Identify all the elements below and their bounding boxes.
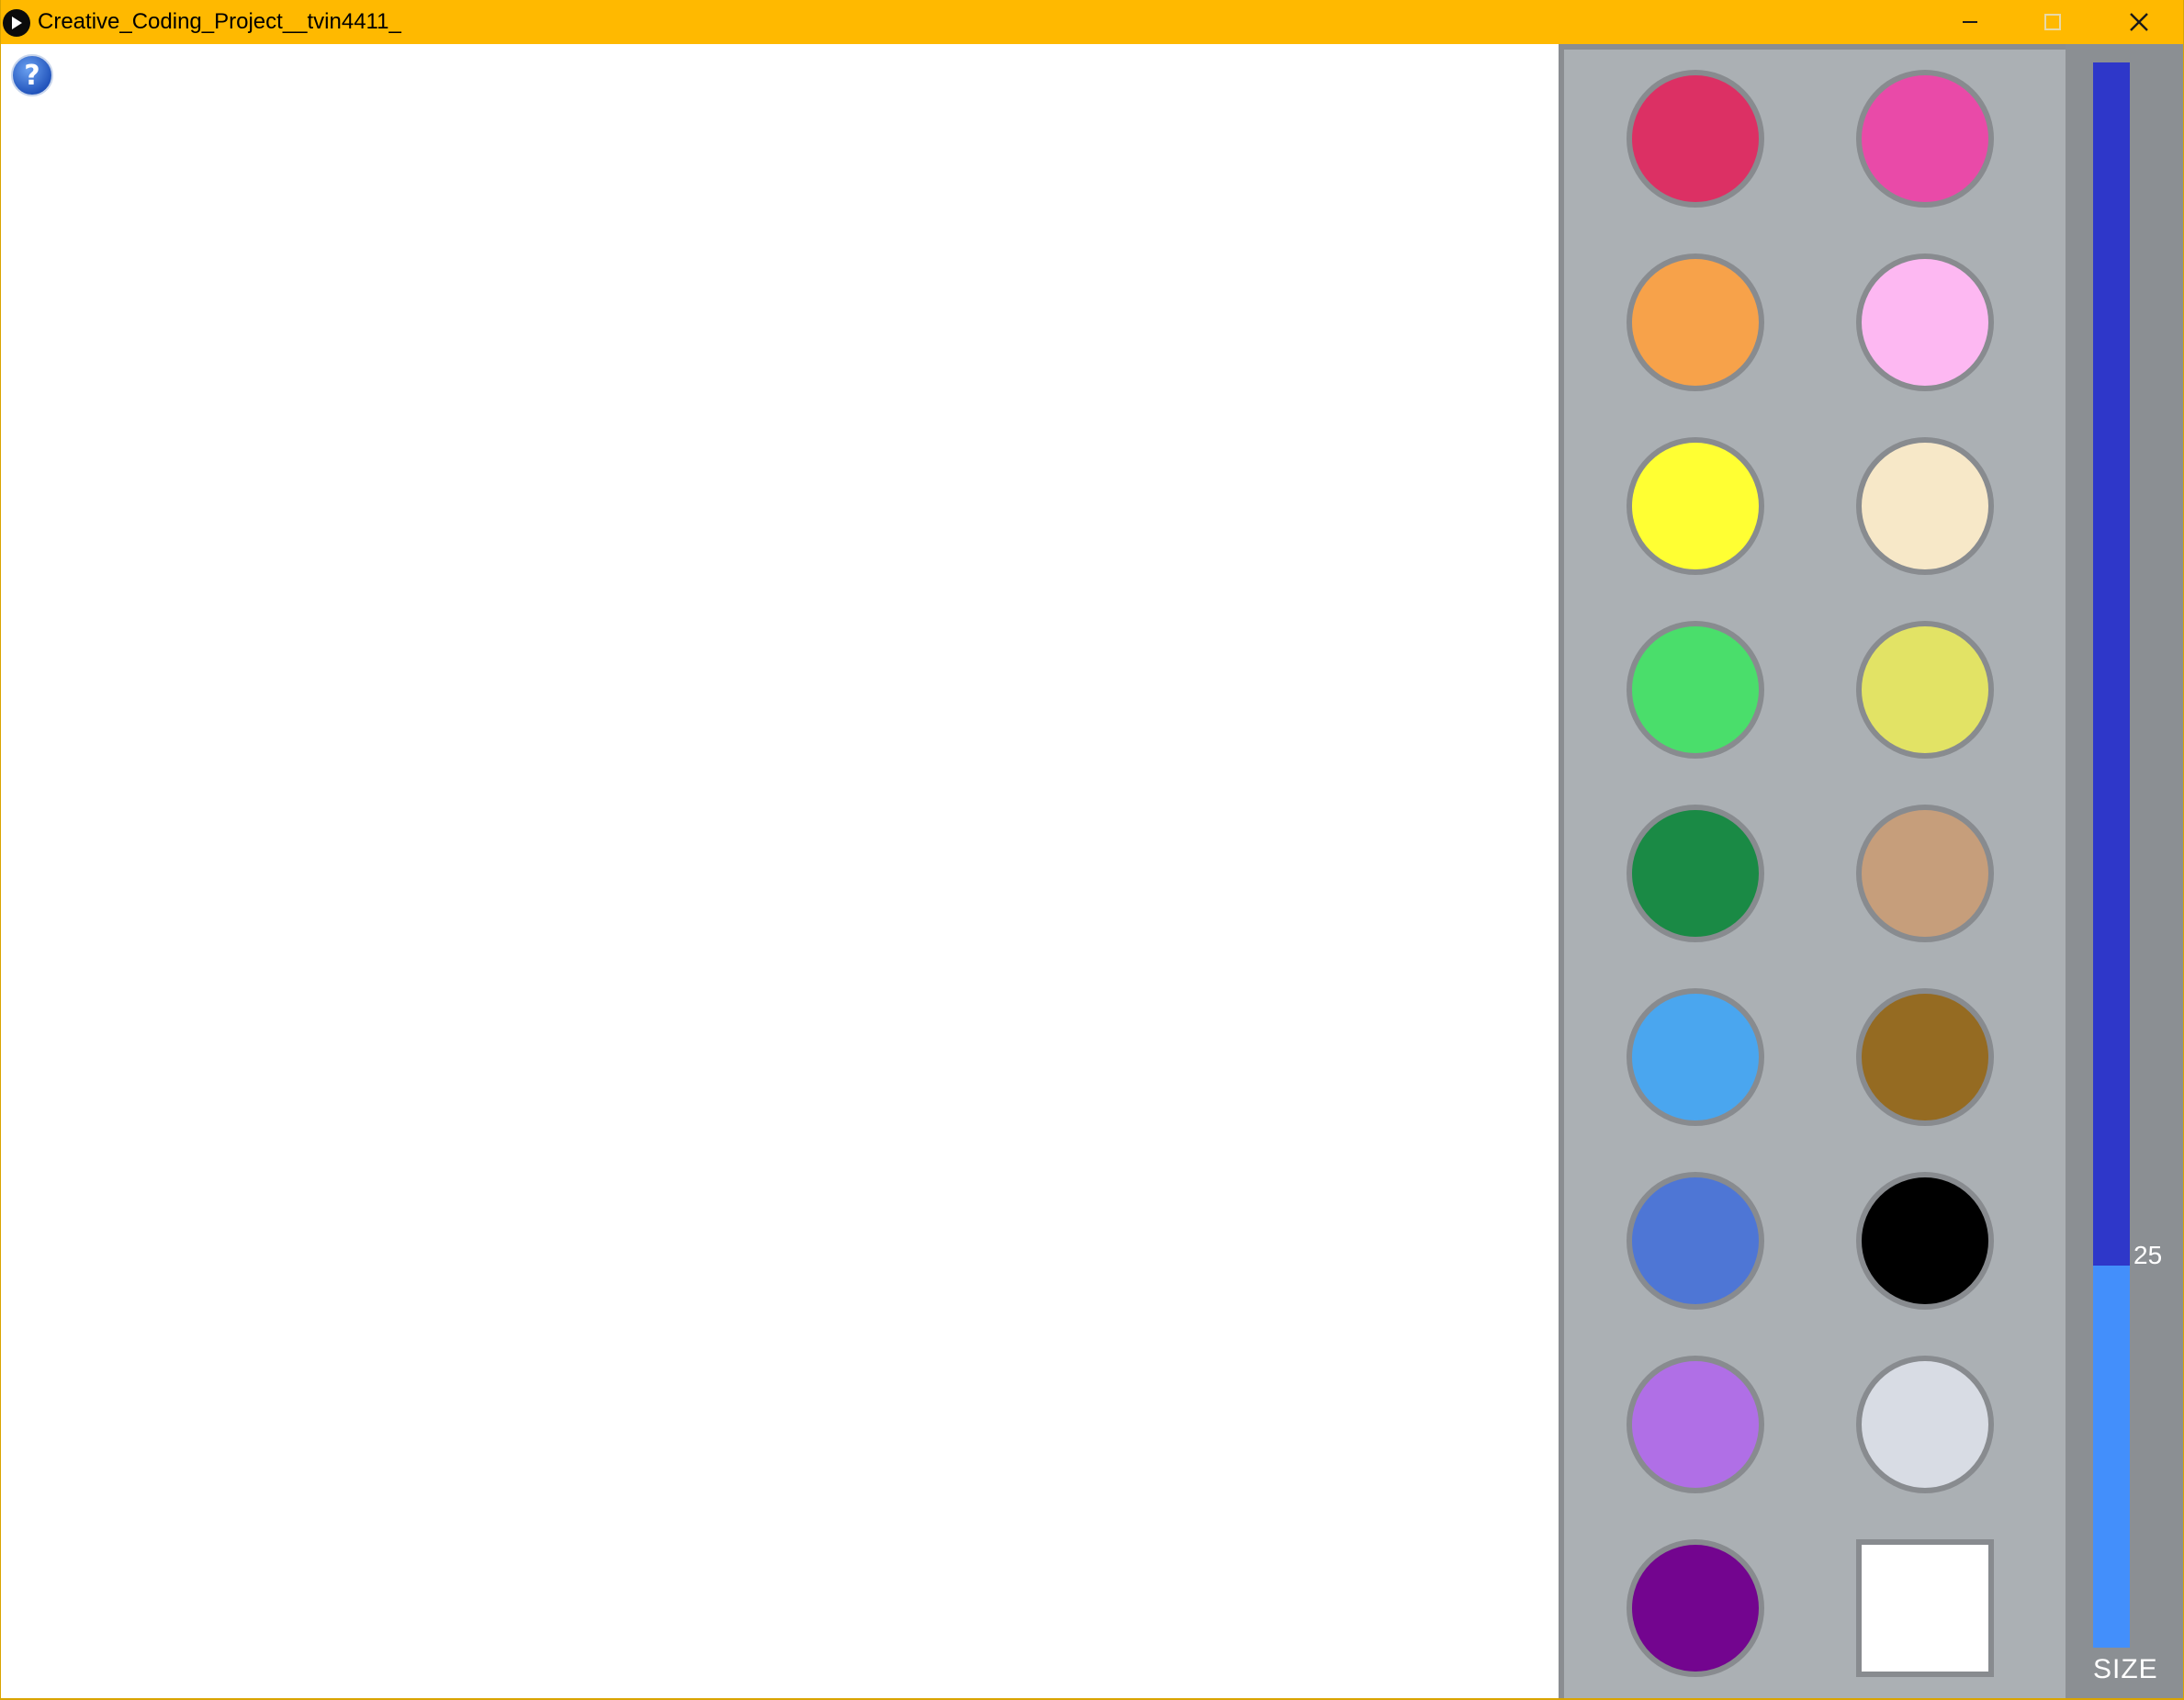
swatch-cream[interactable] [1856,437,1994,575]
size-label: SIZE [2093,1654,2158,1684]
swatch-hot-pink[interactable] [1856,70,1994,208]
minimize-button[interactable] [1928,0,2012,44]
size-slider-fill[interactable] [2093,1266,2130,1648]
swatch-brown[interactable] [1856,988,1994,1126]
processing-play-icon [3,9,30,37]
size-slider-panel: 25 SIZE [2066,44,2183,1698]
maximize-icon [2044,14,2061,30]
size-value: 25 [2133,1241,2163,1269]
swatch-yellow[interactable] [1627,437,1764,575]
swatch-crimson[interactable] [1627,70,1764,208]
swatch-tan[interactable] [1856,805,1994,942]
help-button[interactable]: ? [10,53,54,97]
swatch-royal-blue[interactable] [1627,1172,1764,1310]
swatch-light-gray[interactable] [1856,1356,1994,1493]
close-button[interactable] [2097,0,2181,44]
swatch-light-pink[interactable] [1856,253,1994,391]
app-window: Creative_Coding_Project__tvin4411_ ? 25 … [0,0,2184,1700]
swatch-lavender[interactable] [1627,1356,1764,1493]
swatch-light-green[interactable] [1627,621,1764,759]
window-title: Creative_Coding_Project__tvin4411_ [38,9,401,34]
minimize-icon [1963,21,1977,23]
swatch-black[interactable] [1856,1172,1994,1310]
size-slider[interactable] [2093,62,2130,1648]
title-bar[interactable]: Creative_Coding_Project__tvin4411_ [1,0,2183,44]
help-question-icon: ? [11,54,53,96]
close-icon [2130,13,2148,31]
swatch-dark-green[interactable] [1627,805,1764,942]
swatch-orange[interactable] [1627,253,1764,391]
maximize-button[interactable] [2010,0,2095,44]
swatch-sky-blue[interactable] [1627,988,1764,1126]
swatch-eraser-white[interactable] [1856,1539,1994,1677]
color-palette [1559,44,2066,1698]
swatch-khaki-yellow[interactable] [1856,621,1994,759]
drawing-canvas[interactable] [1,44,1559,1698]
svg-text:?: ? [24,60,39,92]
swatch-purple[interactable] [1627,1539,1764,1677]
